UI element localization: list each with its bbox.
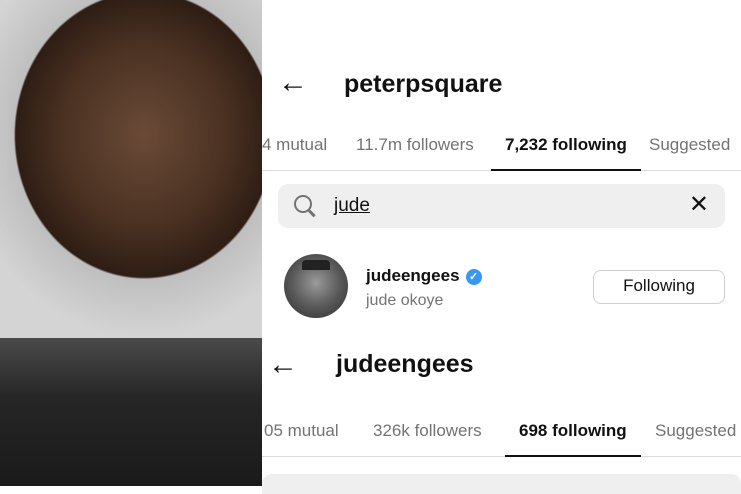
back-arrow-icon[interactable]: ← <box>268 350 298 380</box>
tab-following[interactable]: 698 following <box>505 412 641 457</box>
close-icon[interactable]: ✕ <box>689 192 709 218</box>
tab-followers[interactable]: 11.7m followers <box>356 126 474 170</box>
following-screen-top: ← peterpsquare 4 mutual 11.7m followers … <box>262 64 741 338</box>
avatar[interactable] <box>284 254 348 318</box>
tab-mutual[interactable]: 05 mutual <box>264 412 339 456</box>
search-icon <box>294 195 312 213</box>
tab-followers[interactable]: 326k followers <box>373 412 482 456</box>
result-username-row[interactable]: judeengees ✓ <box>366 266 482 286</box>
tab-suggested[interactable]: Suggested <box>649 126 730 170</box>
profile-photo-bottom <box>0 338 262 486</box>
result-full-name: jude okoye <box>366 292 444 309</box>
profile-username: peterpsquare <box>344 70 503 98</box>
profile-photo-top <box>0 0 262 338</box>
tab-bar: 4 mutual 11.7m followers 7,232 following… <box>262 126 741 171</box>
result-username[interactable]: judeengees <box>366 266 460 285</box>
following-screen-bottom: ← judeengees 05 mutual 326k followers 69… <box>262 338 741 494</box>
tab-following[interactable]: 7,232 following <box>491 126 641 171</box>
tab-suggested[interactable]: Suggested <box>655 412 736 456</box>
search-bar[interactable] <box>262 474 741 494</box>
search-input[interactable]: jude <box>334 195 370 217</box>
tab-bar: 05 mutual 326k followers 698 following S… <box>262 412 741 457</box>
profile-username: judeengees <box>336 350 474 378</box>
search-bar[interactable]: jude ✕ <box>278 184 725 228</box>
verified-badge-icon: ✓ <box>465 268 482 285</box>
following-button[interactable]: Following <box>593 270 725 304</box>
tab-mutual[interactable]: 4 mutual <box>262 126 327 170</box>
back-arrow-icon[interactable]: ← <box>278 68 308 98</box>
